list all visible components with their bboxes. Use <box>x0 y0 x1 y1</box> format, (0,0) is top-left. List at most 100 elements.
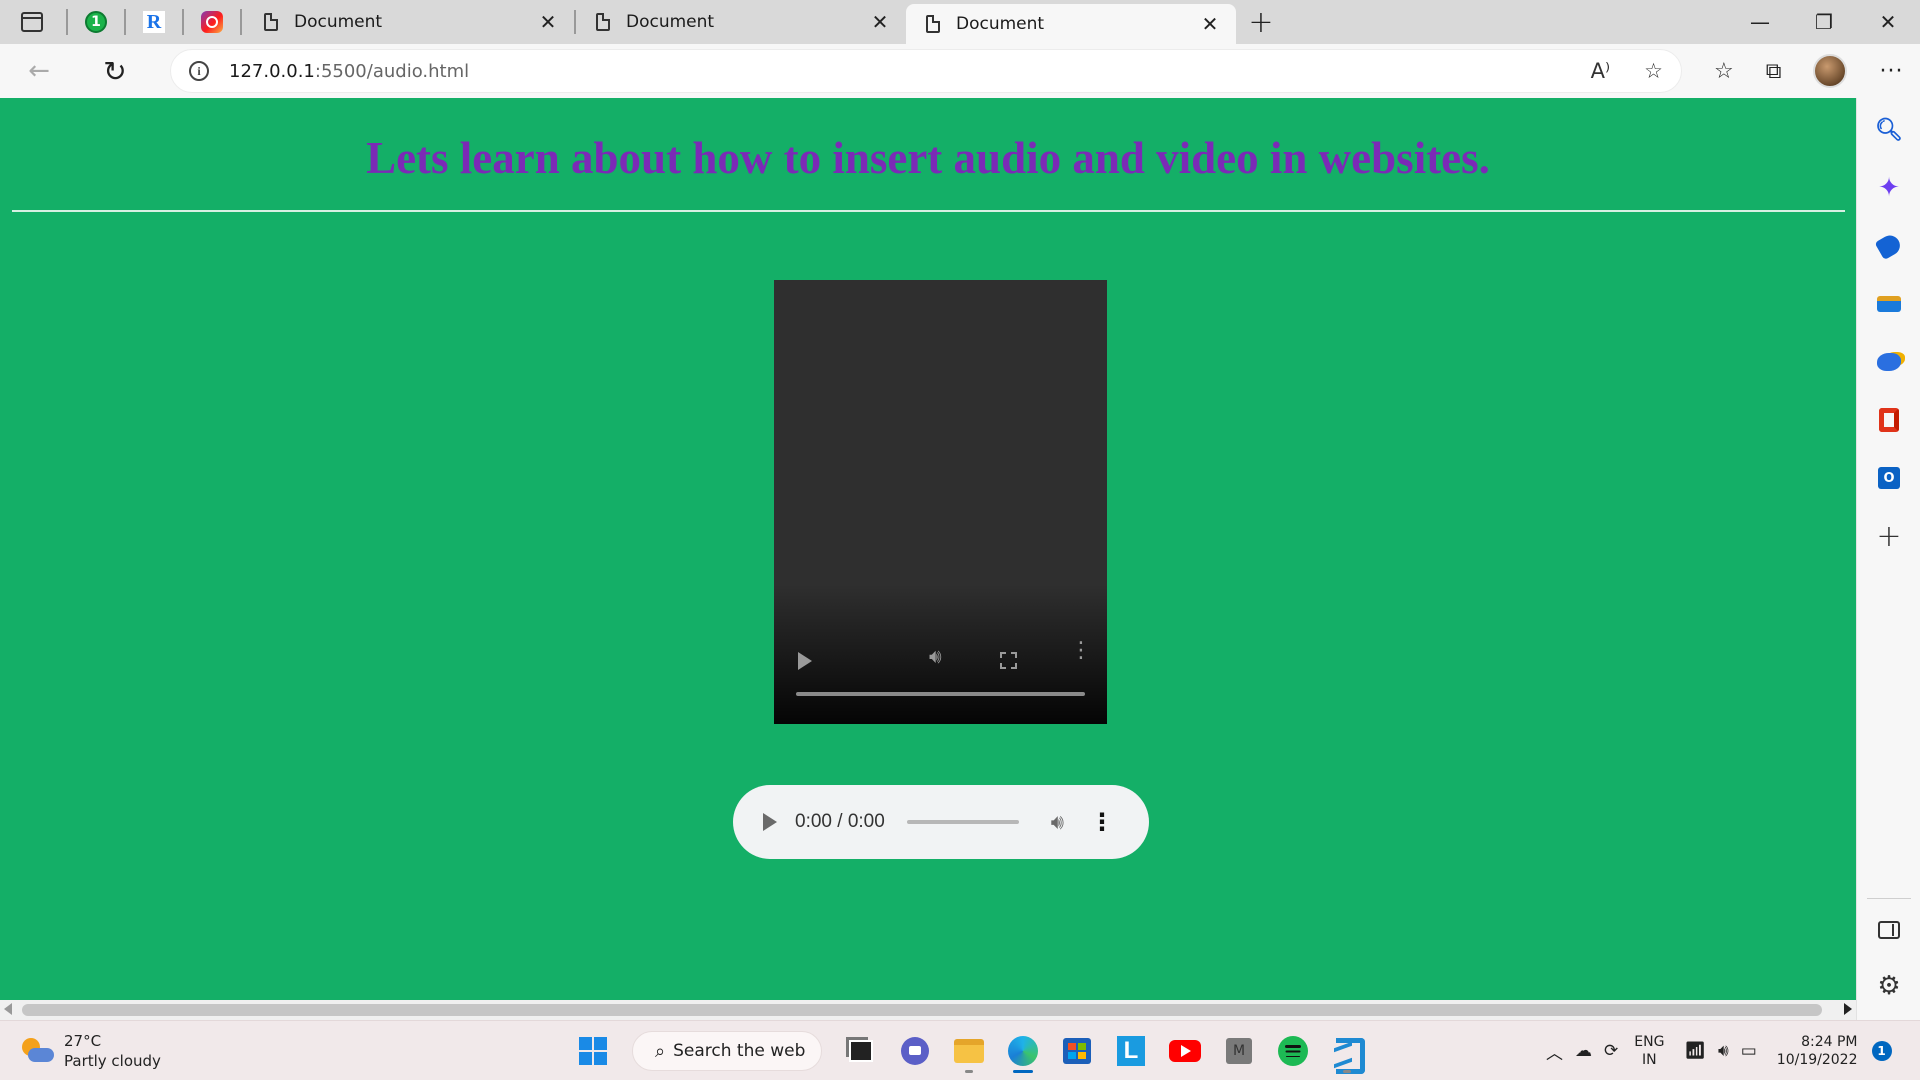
address-bar[interactable]: i 127.0.0.1:5500/audio.html A⁾ ☆ <box>170 49 1682 93</box>
tab-close-button[interactable]: ✕ <box>536 10 560 34</box>
scroll-right-arrow[interactable] <box>1844 1003 1852 1015</box>
info-icon[interactable]: i <box>189 61 209 81</box>
more-menu-button[interactable]: ··· <box>1879 59 1903 84</box>
close-window-button[interactable]: ✕ <box>1856 0 1920 44</box>
video-volume-icon[interactable]: 🔊︎ <box>929 644 942 668</box>
sync-icon[interactable]: ⟳ <box>1604 1041 1618 1061</box>
clock-time: 8:24 PM <box>1801 1034 1858 1050</box>
shopping-tag-icon[interactable] <box>1874 231 1904 261</box>
folder-icon <box>954 1039 984 1063</box>
sidebar-divider <box>1867 898 1911 899</box>
windows-start-icon <box>579 1037 607 1065</box>
office-shape <box>1879 408 1899 432</box>
pinned-tab-1[interactable]: 1 <box>70 0 122 44</box>
pinned-tab-r[interactable]: R <box>128 0 180 44</box>
pinned-tab-instagram[interactable] <box>186 0 238 44</box>
settings-icon[interactable]: ⚙ <box>1875 971 1903 1001</box>
windows-taskbar: 27°C Partly cloudy ⌕ Search the web L M … <box>0 1020 1920 1080</box>
panel-icon[interactable] <box>1875 916 1903 944</box>
chat-icon <box>901 1037 929 1065</box>
favorites-icon[interactable]: ☆ <box>1714 59 1734 84</box>
add-icon[interactable]: + <box>1875 519 1903 554</box>
video-play-button[interactable] <box>798 652 812 670</box>
m-app-icon: M <box>1226 1038 1252 1064</box>
reload-icon: ↻ <box>103 54 127 88</box>
scroll-left-arrow[interactable] <box>4 1003 12 1015</box>
store-button[interactable] <box>1055 1029 1099 1073</box>
start-button[interactable] <box>571 1029 615 1073</box>
audio-volume-icon[interactable]: 🔊︎ <box>1051 810 1064 835</box>
restore-button[interactable]: ❐ <box>1792 0 1856 44</box>
document-icon <box>926 15 940 33</box>
document-icon <box>596 13 610 31</box>
language-indicator[interactable]: ENG IN <box>1634 1033 1664 1069</box>
panel-shape <box>1878 921 1900 939</box>
battery-icon[interactable]: ▭ <box>1741 1041 1757 1061</box>
task-view-button[interactable] <box>839 1029 883 1073</box>
search-icon[interactable]: 🔍︎ <box>1875 116 1903 144</box>
speaker-icon[interactable]: 🔊︎ <box>1718 1041 1729 1061</box>
m-app-button[interactable]: M <box>1217 1029 1261 1073</box>
system-tray: ︿ ☁ ⟳ ENG IN 📶︎ 🔊︎ ▭ 8:24 PM 10/19/2022 … <box>1540 1029 1892 1073</box>
tab-close-button[interactable]: ✕ <box>1198 12 1222 36</box>
tab-close-button[interactable]: ✕ <box>868 10 892 34</box>
weather-widget[interactable]: 27°C Partly cloudy <box>20 1031 161 1071</box>
video-more-icon[interactable]: ⋮ <box>1070 640 1092 662</box>
back-button[interactable]: ← <box>14 49 64 93</box>
favorite-add-icon[interactable]: ☆ <box>1644 59 1663 83</box>
weather-desc: Partly cloudy <box>64 1052 161 1070</box>
tab-actions-button[interactable] <box>0 0 64 44</box>
copilot-icon[interactable]: ✦ <box>1875 173 1903 203</box>
store-icon <box>1063 1038 1091 1064</box>
clock[interactable]: 8:24 PM 10/19/2022 <box>1777 1033 1858 1069</box>
reload-button[interactable]: ↻ <box>90 49 140 93</box>
wifi-icon[interactable]: 📶︎ <box>1684 1041 1706 1061</box>
taskbar-search[interactable]: ⌕ Search the web <box>632 1031 822 1071</box>
avatar[interactable] <box>1813 54 1848 88</box>
outlook-shape: O <box>1878 467 1900 489</box>
search-icon: ⌕ <box>655 1040 666 1062</box>
r-site-icon: R <box>143 11 165 33</box>
lang-top: ENG <box>1634 1034 1665 1050</box>
horizontal-scrollbar[interactable] <box>0 1000 1856 1020</box>
pinned-separator <box>182 9 184 35</box>
tab-document-3-active[interactable]: Document ✕ <box>906 4 1236 44</box>
tools-icon[interactable] <box>1875 290 1903 318</box>
onedrive-cloud-icon[interactable]: ☁ <box>1575 1041 1592 1061</box>
minimize-button[interactable]: — <box>1728 0 1792 44</box>
tab-strip: 1 R Document ✕ Document ✕ Document ✕ + —… <box>0 0 1920 44</box>
scroll-thumb[interactable] <box>22 1004 1822 1016</box>
vscode-button[interactable] <box>1325 1029 1369 1074</box>
audio-player[interactable]: 0:00 / 0:00 🔊︎ ⋮ <box>733 785 1149 859</box>
url-text[interactable]: 127.0.0.1:5500/audio.html <box>229 61 469 82</box>
file-explorer-button[interactable] <box>947 1029 991 1073</box>
collections-icon[interactable]: ⧉ <box>1766 59 1782 84</box>
new-tab-button[interactable]: + <box>1236 5 1286 40</box>
tab-document-1[interactable]: Document ✕ <box>244 0 574 44</box>
audio-progress-bar[interactable] <box>906 820 1019 824</box>
arrow-left-icon: ← <box>28 56 50 86</box>
notification-badge[interactable]: 1 <box>1871 1041 1892 1061</box>
teams-chat-button[interactable] <box>893 1029 937 1073</box>
taskbar-search-label: Search the web <box>673 1041 806 1061</box>
tab-document-2[interactable]: Document ✕ <box>576 0 906 44</box>
youtube-button[interactable] <box>1163 1029 1207 1073</box>
edge-button[interactable] <box>1001 1029 1045 1073</box>
audio-more-icon[interactable]: ⋮ <box>1090 810 1114 834</box>
outlook-icon[interactable]: O <box>1875 464 1903 492</box>
video-progress-bar[interactable] <box>796 692 1085 696</box>
chevron-up-icon[interactable]: ︿ <box>1546 1039 1563 1064</box>
games-icon[interactable] <box>1875 348 1903 376</box>
office-icon[interactable] <box>1875 406 1903 434</box>
video-player[interactable]: 🔊︎ ⋮ <box>774 280 1107 724</box>
browser-toolbar: ← ↻ i 127.0.0.1:5500/audio.html A⁾ ☆ ☆ ⧉… <box>0 44 1920 98</box>
page-heading: Lets learn about how to insert audio and… <box>366 133 1490 183</box>
url-host: 127.0.0.1 <box>229 60 315 82</box>
audio-play-button[interactable] <box>763 813 777 831</box>
spotify-button[interactable] <box>1271 1029 1315 1073</box>
video-fullscreen-icon[interactable] <box>1000 652 1017 669</box>
read-aloud-icon[interactable]: A⁾ <box>1591 59 1611 83</box>
edge-sidebar: 🔍︎ ✦ O + ⚙ <box>1856 98 1920 1020</box>
window-controls: — ❐ ✕ <box>1728 0 1920 44</box>
l-app-button[interactable]: L <box>1109 1029 1153 1073</box>
